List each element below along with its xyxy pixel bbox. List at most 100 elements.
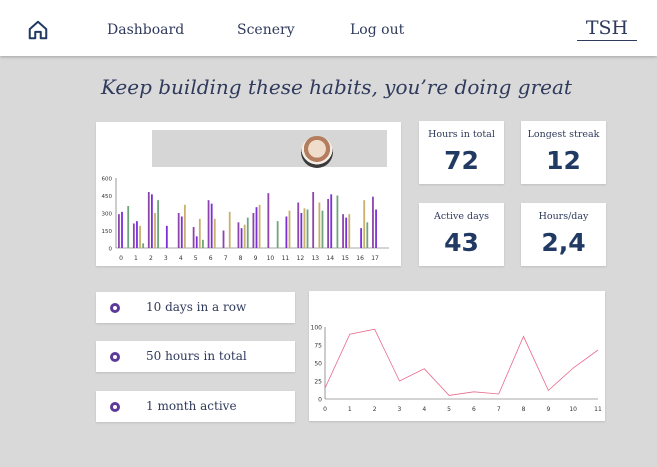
line-chart-card: 0 25 50 75 100 0 1 2 3 4 5 6 7 8 9 10 11	[309, 291, 605, 421]
x-tick-label: 7	[497, 406, 501, 413]
bar	[136, 221, 138, 248]
bar	[285, 216, 288, 248]
bar	[246, 217, 249, 248]
stat-value: 2,4	[541, 228, 586, 257]
nav-scenery[interactable]: Scenery	[237, 22, 295, 38]
stat-value: 43	[444, 228, 479, 257]
y-tick-label: 600	[102, 177, 113, 183]
bar	[360, 228, 363, 248]
y-tick-label: 100	[311, 325, 323, 332]
bar	[312, 192, 315, 248]
x-tick-label: 0	[323, 406, 327, 413]
stat-label: Longest streak	[527, 129, 600, 140]
achievement-item[interactable]: 1 month active	[96, 391, 295, 422]
y-tick-label: 0	[109, 247, 113, 253]
x-tick-label: 16	[356, 255, 364, 262]
bar	[180, 216, 183, 248]
bar	[147, 192, 150, 248]
bar	[306, 209, 309, 248]
x-tick-label: 10	[569, 406, 577, 413]
achievement-item[interactable]: 50 hours in total	[96, 341, 295, 372]
bar	[327, 199, 330, 248]
stat-label: Active days	[433, 211, 490, 222]
brand-logo[interactable]: TSH	[577, 17, 637, 41]
x-tick-label: 12	[297, 255, 305, 262]
bar	[252, 213, 255, 248]
x-tick-label: 17	[371, 255, 379, 262]
bar	[198, 218, 201, 248]
x-tick-label: 11	[594, 406, 602, 413]
bar	[321, 210, 324, 248]
x-tick-label: 1	[134, 255, 138, 262]
bar	[202, 239, 204, 248]
bar	[177, 213, 180, 248]
y-tick-label: 75	[314, 343, 322, 350]
stat-hours-total: Hours in total 72	[419, 121, 504, 184]
bar	[348, 214, 351, 248]
stat-longest-streak: Longest streak 12	[521, 121, 606, 184]
x-tick-label: 9	[254, 255, 258, 262]
x-tick-label: 5	[194, 255, 198, 262]
stat-label: Hours/day	[538, 211, 589, 222]
x-tick-label: 6	[209, 255, 213, 262]
x-tick-label: 13	[311, 255, 319, 262]
series-line	[324, 328, 599, 396]
achievement-item[interactable]: 10 days in a row	[96, 292, 295, 323]
top-nav-bar: Dashboard Scenery Log out TSH	[0, 0, 657, 56]
bar	[139, 225, 141, 248]
bar	[240, 228, 243, 248]
home-icon[interactable]	[27, 19, 49, 41]
bar	[142, 243, 145, 248]
x-tick-label: 14	[326, 255, 334, 262]
y-tick-label: 450	[102, 194, 113, 200]
x-tick-label: 1	[348, 406, 352, 413]
bar	[366, 222, 369, 248]
bar	[300, 213, 303, 248]
y-tick-label: 25	[314, 379, 322, 386]
x-tick-label: 2	[149, 255, 153, 262]
bar-chart-card: 0 150 300 450 600 0 1 2 3 4 5 6 7 8 9 10 11 12 13 14 15 16 17	[96, 122, 401, 266]
bar	[297, 202, 300, 248]
x-tick-label: 10	[267, 255, 275, 262]
achievement-text: 1 month active	[146, 399, 237, 413]
stat-active-days: Active days 43	[419, 203, 504, 266]
bar	[318, 202, 321, 248]
x-tick-label: 6	[472, 406, 476, 413]
stat-label: Hours in total	[428, 129, 495, 140]
bar	[267, 193, 270, 248]
bar	[127, 206, 130, 248]
x-tick-label: 8	[522, 406, 526, 413]
bar	[121, 211, 123, 248]
bar	[330, 194, 333, 248]
nav-dashboard[interactable]: Dashboard	[107, 22, 184, 38]
award-icon	[110, 352, 120, 362]
bar	[165, 225, 168, 248]
bar	[258, 204, 261, 248]
bar	[243, 224, 246, 248]
x-tick-label: 2	[373, 406, 377, 413]
x-tick-label: 3	[164, 255, 168, 262]
x-tick-label: 4	[179, 255, 183, 262]
bar	[372, 196, 374, 248]
bar	[132, 223, 135, 248]
x-tick-label: 15	[341, 255, 349, 262]
stat-hours-per-day: Hours/day 2,4	[521, 203, 606, 266]
achievement-text: 10 days in a row	[146, 300, 247, 314]
stat-value: 72	[444, 146, 479, 175]
nav-log-out[interactable]: Log out	[350, 22, 404, 38]
x-tick-label: 8	[239, 255, 243, 262]
bar	[118, 214, 120, 248]
x-tick-label: 0	[119, 255, 123, 262]
bar	[228, 211, 231, 248]
x-tick-label: 3	[398, 406, 402, 413]
bar	[192, 227, 195, 248]
bar	[150, 194, 153, 248]
x-tick-label: 5	[447, 406, 451, 413]
achievement-text: 50 hours in total	[146, 349, 247, 363]
bar	[276, 221, 279, 248]
bar	[342, 214, 344, 248]
bar-chart: 01503004506000 1 2 3 4 5 6 7 8 9 10 11 12 13 14 15 16 17	[102, 177, 389, 262]
bar	[303, 208, 306, 248]
bar	[288, 210, 291, 248]
bar	[213, 218, 216, 248]
